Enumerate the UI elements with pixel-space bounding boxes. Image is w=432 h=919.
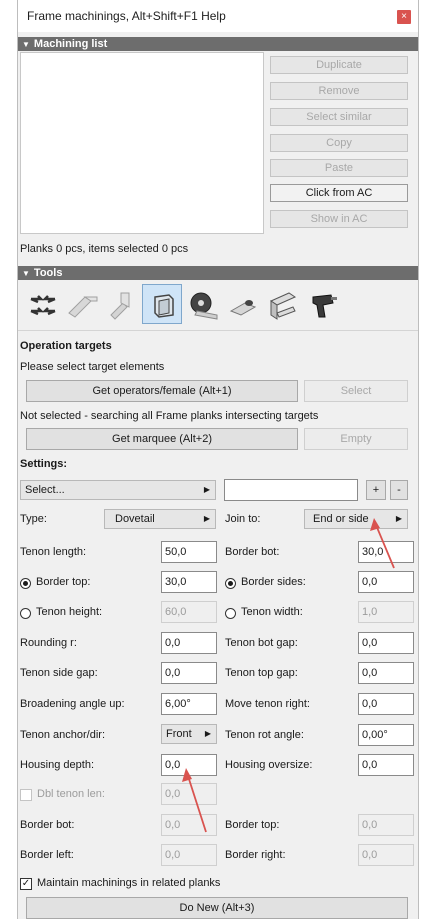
annotation-arrow-housing-depth (187, 775, 207, 833)
annotation-arrowhead-housing-depth (182, 768, 192, 782)
annotation-arrows (182, 518, 395, 833)
annotation-arrow-join-to (375, 524, 395, 569)
frame-machinings-window: Frame machinings, Alt+Shift+F1 Help × ▼ M… (17, 0, 419, 919)
